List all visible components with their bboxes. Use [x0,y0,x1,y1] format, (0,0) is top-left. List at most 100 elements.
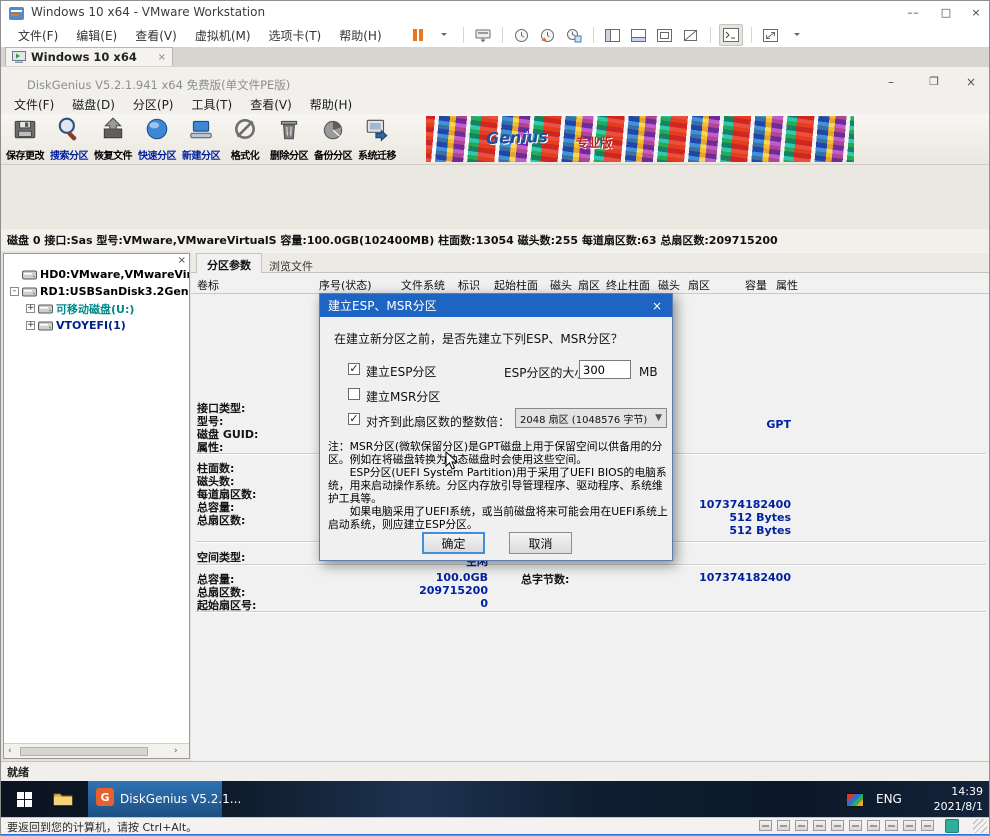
disk-icon [38,303,53,315]
delete-partition-button[interactable]: 删除分区 [267,114,311,164]
tree-item-0[interactable]: HD0:VMware,VMwareVirtualS [4,266,189,283]
dg-menu-item-5[interactable]: 帮助(H) [301,94,361,115]
vmware-menu-item-0[interactable]: 文件(F) [9,24,67,47]
cd-rom-icon[interactable] [777,820,790,831]
sector-align-value: 2048 扇区 (1048576 字节) [516,411,655,426]
tree-expander-icon[interactable]: - [10,287,19,296]
column-header-3[interactable]: 标识 [458,277,480,293]
start-button[interactable] [1,781,47,817]
vm-tab-windows10[interactable]: Windows 10 x64 × [5,47,173,66]
dg-menu-item-3[interactable]: 工具(T) [183,94,242,115]
column-header-4[interactable]: 起始柱面 [494,277,538,293]
tab-browse-files[interactable]: 浏览文件 [259,255,323,273]
promo-banner[interactable]: Genius 专业版 [426,116,854,162]
dg-menu-item-4[interactable]: 查看(V) [241,94,301,115]
esp-checkbox[interactable]: ✓ [348,363,360,375]
scrollbar-thumb[interactable] [20,747,148,756]
tree-expander-icon[interactable]: + [26,304,35,313]
hard-disk3-icon[interactable] [903,820,916,831]
save-changes-button[interactable]: 保存更改 [3,114,47,164]
tree-item-2[interactable]: +可移动磁盘(U:) [4,300,189,317]
dg-menu-item-2[interactable]: 分区(P) [124,94,183,115]
take-snapshot-icon[interactable] [511,25,533,45]
ok-button[interactable]: 确定 [422,532,485,554]
taskbar-clock[interactable]: 14:39 2021/8/1 [913,784,983,814]
column-header-8[interactable]: 磁头 [658,277,680,293]
language-indicator[interactable]: ENG [876,792,902,806]
dg-menu-item-0[interactable]: 文件(F) [5,94,63,115]
network-adapter-icon[interactable] [795,820,808,831]
column-header-5[interactable]: 磁头 [550,277,572,293]
revert-snapshot-icon[interactable] [537,25,559,45]
pause-icon[interactable] [407,25,429,45]
esp-size-input[interactable] [579,360,631,379]
esp-size-unit: MB [639,365,658,379]
maximize-button[interactable]: □ [931,2,961,24]
column-header-2[interactable]: 文件系统 [401,277,445,293]
show-library-icon[interactable] [602,25,624,45]
column-header-7[interactable]: 终止柱面 [606,277,650,293]
scroll-right-icon[interactable]: › [174,746,178,756]
dialog-close-icon[interactable]: × [642,294,672,317]
display-icon[interactable] [921,820,934,831]
tree-item-1[interactable]: -RD1:USBSanDisk3.2Gen1 (29G [4,283,189,300]
quick-partition-button[interactable]: 快速分区 [135,114,179,164]
caret-down-icon[interactable] [786,25,808,45]
file-explorer-button[interactable] [53,791,73,810]
scroll-left-icon[interactable]: ‹ [8,746,12,756]
tab-close-icon[interactable]: × [158,52,166,63]
hard-disk-icon[interactable] [759,820,772,831]
send-ctrl-alt-del-icon[interactable] [472,25,494,45]
taskbar-diskgenius-button[interactable]: G DiskGenius V5.2.1... [88,781,222,817]
sound-icon[interactable] [831,820,844,831]
dg-minimize-button[interactable]: – [876,75,906,89]
stretch-guest-icon[interactable] [760,25,782,45]
usb-device2-icon[interactable] [867,820,880,831]
recover-files-button[interactable]: 恢复文件 [91,114,135,164]
format-button[interactable]: 格式化 [223,114,267,164]
cancel-button[interactable]: 取消 [509,532,572,554]
usb-device-icon[interactable] [849,820,862,831]
display-color-tray-icon[interactable] [846,793,864,807]
vmware-menu-item-3[interactable]: 虚拟机(M) [186,24,260,47]
dg-restore-button[interactable]: ❐ [919,75,949,88]
tree-item-3[interactable]: +VTOYEFI(1) [4,317,189,334]
backup-partition-button[interactable]: 备份分区 [311,114,355,164]
close-button[interactable]: × [961,2,990,24]
sector-align-dropdown[interactable]: 2048 扇区 (1048576 字节) ▼ [515,408,667,428]
column-header-11[interactable]: 属性 [776,277,798,293]
align-checkbox[interactable]: ✓ [348,413,360,425]
new-partition-button[interactable]: 新建分区 [179,114,223,164]
console-view-icon[interactable] [719,24,743,46]
system-migrate-button[interactable]: 系统迁移 [355,114,399,164]
tab-partition-params[interactable]: 分区参数 [196,253,262,273]
column-header-6[interactable]: 扇区 [578,277,600,293]
msr-checkbox[interactable] [348,388,360,400]
fullscreen-icon[interactable] [654,25,676,45]
disk-graphic-area: ◀▶ 基本 GPT 空闲 100.0GB [1,165,990,229]
dg-close-button[interactable]: × [956,75,986,89]
unity-mode-icon[interactable] [680,25,702,45]
notification-icon[interactable] [945,819,959,833]
manage-snapshots-icon[interactable] [563,25,585,45]
hard-disk2-icon[interactable] [885,820,898,831]
minimize-button[interactable]: – [901,2,931,24]
panel-close-icon[interactable]: × [178,255,186,266]
show-thumbnail-bar-icon[interactable] [628,25,650,45]
horizontal-scrollbar[interactable]: ‹ › [4,743,189,758]
system-migrate-icon [364,116,390,146]
column-header-9[interactable]: 扇区 [688,277,710,293]
tree-expander-icon[interactable]: + [26,321,35,330]
caret-down-icon[interactable] [433,25,455,45]
dg-menu-item-1[interactable]: 磁盘(D) [63,94,124,115]
align-checkbox-label: 对齐到此扇区数的整数倍： [366,413,510,430]
vmware-menu-item-2[interactable]: 查看(V) [126,24,186,47]
search-partition-button[interactable]: 搜索分区 [47,114,91,164]
column-header-10[interactable]: 容量 [745,277,767,293]
vmware-menu-item-1[interactable]: 编辑(E) [67,24,126,47]
column-header-0[interactable]: 卷标 [197,277,219,293]
vmware-menu-item-5[interactable]: 帮助(H) [330,24,390,47]
vmware-menu-item-4[interactable]: 选项卡(T) [260,24,331,47]
printer-icon[interactable] [813,820,826,831]
column-header-1[interactable]: 序号(状态) [319,277,372,293]
